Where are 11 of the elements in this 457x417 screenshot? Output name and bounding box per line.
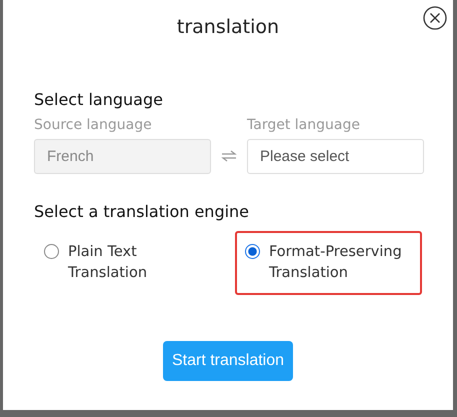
target-language-field[interactable]: Please select — [247, 139, 424, 174]
close-icon[interactable] — [423, 6, 447, 30]
swap-icon[interactable] — [221, 150, 237, 162]
section-heading: Select a translation engine — [34, 202, 250, 221]
field-label: Target language — [247, 117, 361, 133]
radio-button[interactable] — [44, 244, 59, 259]
radio-button[interactable] — [244, 244, 260, 259]
dialog-title: translation — [176, 15, 280, 40]
radio-label[interactable]: Plain Text Translation — [68, 242, 217, 284]
field-label: Source language — [34, 117, 153, 133]
section-heading: Select language — [34, 90, 164, 109]
